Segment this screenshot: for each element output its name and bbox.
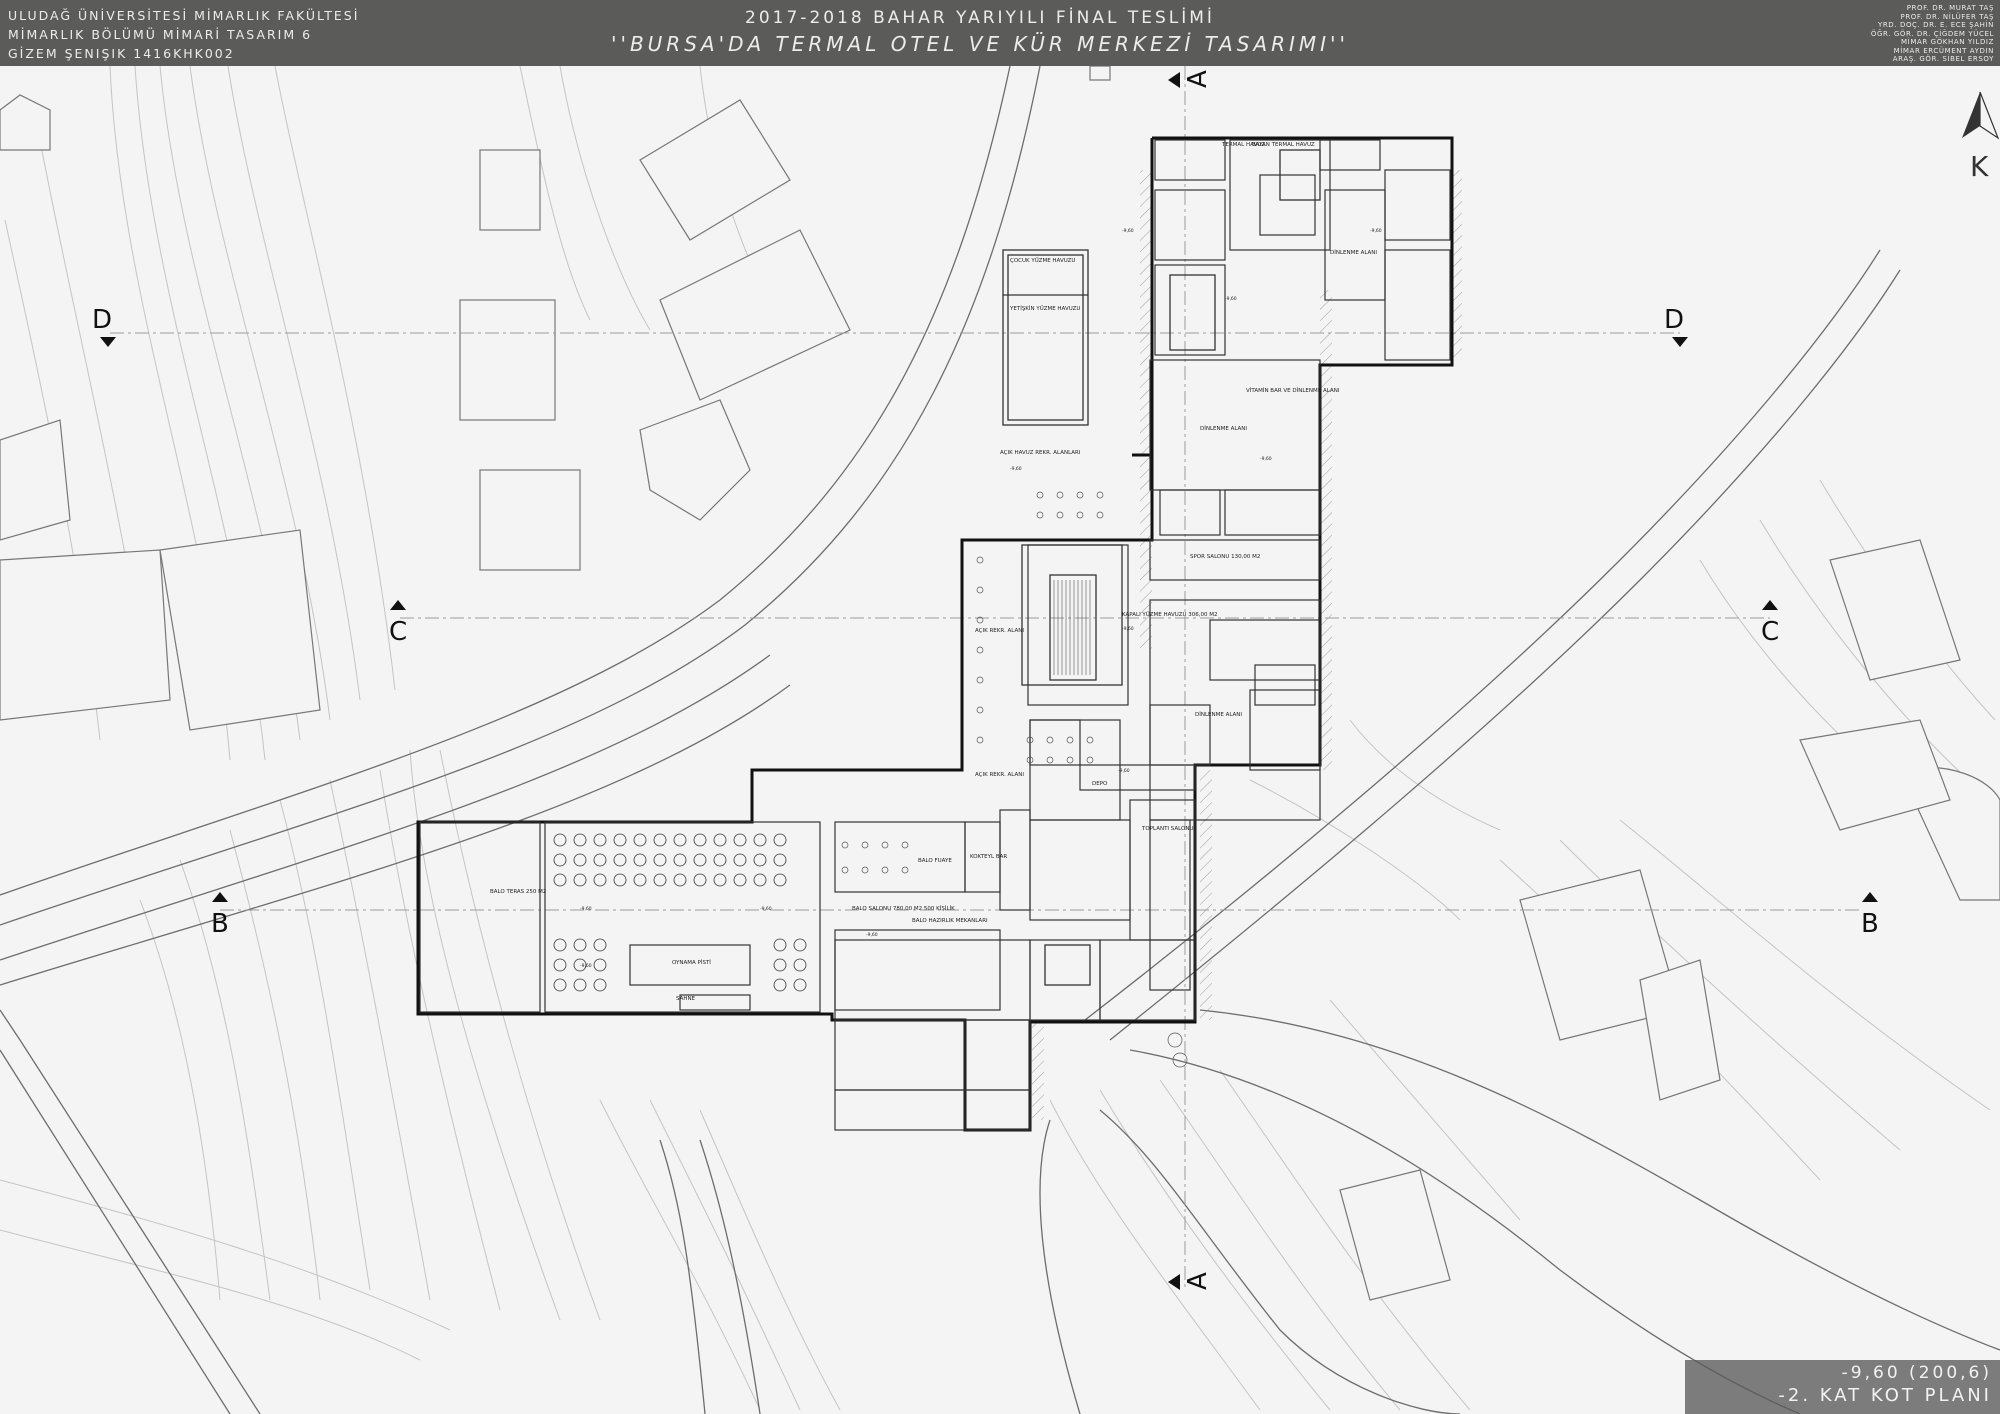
svg-text:-9,60: -9,60	[1122, 228, 1134, 234]
interior-walls	[419, 139, 1451, 1131]
instructor: PROF. DR. MURAT TAŞ	[1906, 4, 1994, 12]
svg-text:-9,60: -9,60	[760, 906, 772, 912]
north-letter: K	[1970, 150, 1989, 183]
label-dinlenme-1: DİNLENME ALANI	[1330, 249, 1377, 256]
building-walls	[416, 136, 1454, 1132]
svg-text:D: D	[1664, 305, 1684, 335]
label-kokteyl-bar: KOKTEYL BAR	[970, 854, 1007, 860]
instructor: YRD. DOÇ. DR. E. ECE ŞAHİN	[1877, 21, 1994, 29]
school-line: ULUDAĞ ÜNİVERSİTESİ MİMARLIK FAKÜLTESİ	[8, 8, 360, 23]
svg-text:-9,60: -9,60	[866, 932, 878, 938]
section-marker-c-left: C	[389, 600, 407, 647]
label-cocuk-havuzu: ÇOCUK YÜZME HAVUZU	[1010, 257, 1075, 264]
section-marker-b-right: B	[1861, 892, 1879, 939]
contour-lines	[0, 66, 1996, 1411]
department-line: MİMARLIK BÖLÜMÜ MİMARİ TASARIM 6	[8, 27, 313, 42]
svg-text:D: D	[92, 305, 112, 335]
label-acik-havuz: AÇIK HAVUZ REKR. ALANLARI	[1000, 450, 1081, 456]
svg-text:-9,60: -9,60	[1118, 768, 1130, 774]
surrounding-buildings	[0, 66, 2000, 1301]
instructor: PROF. DR. NİLÜFER TAŞ	[1900, 12, 1994, 21]
project-title-block: 2017-2018 BAHAR YARIYILI FİNAL TESLİMİ '…	[600, 6, 1360, 58]
svg-text:-9,60: -9,60	[1010, 466, 1022, 472]
label-balo-teras: BALO TERAS 250 M2	[490, 889, 546, 895]
project-title: ''BURSA'DA TERMAL OTEL VE KÜR MERKEZİ TA…	[610, 32, 1350, 56]
svg-text:-9,60: -9,60	[580, 963, 592, 969]
label-dinlenme-3: DİNLENME ALANI	[1195, 711, 1242, 718]
label-balo-hazirlik: BALO HAZIRLIK MEKANLARI	[912, 918, 988, 924]
label-acik-rekr-1: AÇIK REKR. ALANI	[975, 628, 1024, 634]
instructors-list: PROF. DR. MURAT TAŞ PROF. DR. NİLÜFER TA…	[1871, 4, 1994, 64]
level-elevation: -9,60 (200,6)	[1841, 1363, 1992, 1383]
svg-text:B: B	[211, 909, 229, 939]
label-bayan-termal: BAYAN TERMAL HAVUZ	[1252, 142, 1315, 148]
student-line: GİZEM ŞENIŞIK 1416KHK002	[8, 46, 235, 61]
svg-text:-9,60: -9,60	[1225, 296, 1237, 302]
label-dinlenme-2: DİNLENME ALANI	[1200, 425, 1247, 432]
svg-text:C: C	[389, 617, 407, 647]
svg-text:-9,60: -9,60	[1370, 228, 1382, 234]
pools	[1002, 149, 1321, 986]
pool-lanes	[1053, 580, 1091, 675]
section-marker-d-right: D	[1664, 305, 1688, 347]
label-dans-pisti: OYNAMA PİSTİ	[672, 959, 711, 966]
north-arrow-icon: K	[1962, 91, 2000, 183]
school-info: ULUDAĞ ÜNİVERSİTESİ MİMARLIK FAKÜLTESİ M…	[8, 6, 359, 63]
ballroom-tables	[553, 833, 807, 992]
svg-text:C: C	[1761, 617, 1779, 647]
svg-text:B: B	[1861, 909, 1879, 939]
label-toplanti: TOPLANTI SALONU	[1141, 826, 1194, 832]
label-balo-fuaye: BALO FUAYE	[918, 858, 952, 864]
svg-text:-9,60: -9,60	[1260, 456, 1272, 462]
instructor: ARAŞ. GÖR. SİBEL ERSOY	[1892, 55, 1994, 63]
section-marker-b-left: B	[211, 892, 229, 939]
label-balo-salonu: BALO SALONU 780,00 M2 500 KİŞİLİK	[852, 905, 955, 912]
svg-text:-9,60: -9,60	[1122, 626, 1134, 632]
svg-text:A: A	[1183, 1272, 1213, 1290]
section-marker-d-left: D	[92, 305, 116, 347]
section-marker-c-right: C	[1761, 600, 1779, 647]
svg-text:-9,60: -9,60	[580, 906, 592, 912]
level-info-box: -9,60 (200,6) -2. KAT KOT PLANI	[1685, 1360, 2000, 1414]
label-kapali-havuz: KAPALI YÜZME HAVUZU 306,00 M2	[1122, 611, 1217, 618]
instructor: ÖĞR. GÖR. DR. ÇİĞDEM YÜCEL	[1870, 29, 1994, 38]
site-plan: A A B B C C D D K ÇOCUK YÜZME HAVUZU YET…	[0, 66, 2000, 1414]
svg-text:A: A	[1183, 70, 1213, 88]
instructor: MİMAR ERCÜMENT AYDIN	[1893, 46, 1994, 55]
section-marker-a-bottom: A	[1168, 1272, 1213, 1290]
title-block: ULUDAĞ ÜNİVERSİTESİ MİMARLIK FAKÜLTESİ M…	[0, 0, 2000, 66]
label-spor-salonu: SPOR SALONU 130,00 M2	[1190, 554, 1260, 560]
section-lines	[110, 66, 1860, 1290]
section-marker-a-top: A	[1168, 70, 1213, 88]
room-labels: ÇOCUK YÜZME HAVUZU YETİŞKİN YÜZME HAVUZU…	[490, 142, 1377, 1002]
instructor: MİMAR GÖKHAN YILDIZ	[1901, 38, 1994, 46]
label-depo: DEPO	[1092, 781, 1108, 787]
label-sahne: SAHNE	[676, 996, 696, 1002]
level-name: -2. KAT KOT PLANI	[1778, 1385, 1992, 1406]
label-yetiskin-havuzu: YETİŞKİN YÜZME HAVUZU	[1009, 305, 1080, 312]
label-acik-rekr-2: AÇIK REKR. ALANI	[975, 772, 1024, 778]
submission-title: 2017-2018 BAHAR YARIYILI FİNAL TESLİMİ	[745, 8, 1215, 28]
label-vitamin-bar: VİTAMİN BAR VE DİNLENME ALANI	[1246, 387, 1340, 394]
